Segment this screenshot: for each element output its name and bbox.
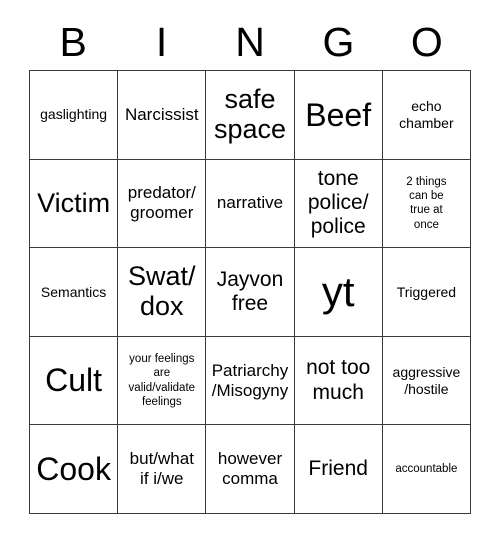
bingo-header-letter-o: O bbox=[410, 18, 443, 65]
bingo-header-letter-b: B bbox=[59, 18, 87, 65]
bingo-header-row: B I N G O bbox=[29, 14, 471, 70]
bingo-header-letter-i: I bbox=[155, 18, 168, 65]
bingo-cell[interactable]: yt bbox=[294, 248, 383, 337]
bingo-cell[interactable]: not too much bbox=[294, 336, 383, 426]
bingo-header-letter-n: N bbox=[235, 18, 265, 65]
bingo-cell[interactable]: tone police/ police bbox=[294, 159, 383, 249]
bingo-cell-label: accountable bbox=[395, 463, 458, 475]
bingo-cell-label: but/what if i/we bbox=[129, 449, 194, 489]
bingo-cell[interactable]: Friend bbox=[294, 425, 383, 514]
bingo-cell-label: tone police/ police bbox=[307, 167, 369, 239]
bingo-cell-label: not too much bbox=[306, 356, 371, 404]
bingo-cell[interactable]: but/what if i/we bbox=[118, 425, 207, 514]
bingo-cell[interactable]: Victim bbox=[30, 159, 119, 249]
bingo-cell-label: echo chamber bbox=[399, 98, 454, 131]
bingo-cell-label: Cook bbox=[36, 450, 111, 487]
bingo-cell-label: predator/ groomer bbox=[127, 183, 196, 223]
bingo-cell-label: Victim bbox=[37, 187, 111, 218]
bingo-cell[interactable]: echo chamber bbox=[382, 71, 471, 160]
bingo-cell[interactable]: Narcissist bbox=[118, 71, 207, 160]
bingo-cell[interactable]: aggressive /hostile bbox=[382, 336, 471, 426]
bingo-cell-label: Friend bbox=[308, 457, 368, 481]
bingo-cell-label: safe space bbox=[213, 84, 287, 144]
bingo-cell[interactable]: safe space bbox=[206, 71, 295, 160]
bingo-cell-label: Narcissist bbox=[124, 104, 199, 124]
bingo-cell[interactable]: your feelings are valid/validate feeling… bbox=[118, 336, 207, 426]
bingo-card: B I N G O gaslighting Narcissist safe spac… bbox=[0, 0, 500, 544]
bingo-cell-label: Swat/ dox bbox=[128, 261, 196, 321]
bingo-cell[interactable]: Beef bbox=[294, 71, 383, 160]
bingo-cell-label: 2 things can be true at once bbox=[406, 175, 447, 231]
bingo-cell[interactable]: Triggered bbox=[382, 248, 471, 337]
bingo-cell-label: aggressive /hostile bbox=[392, 363, 461, 397]
bingo-cell-label: your feelings are valid/validate feeling… bbox=[128, 352, 196, 408]
bingo-cell-label: Semantics bbox=[40, 283, 107, 300]
bingo-cell-label: gaslighting bbox=[40, 106, 108, 123]
bingo-cell-label: however comma bbox=[217, 449, 283, 489]
bingo-cell-label: yt bbox=[321, 267, 355, 315]
bingo-cell[interactable]: Cook bbox=[30, 425, 119, 514]
bingo-cell[interactable]: 2 things can be true at once bbox=[382, 159, 471, 249]
bingo-cell[interactable]: Cult bbox=[30, 336, 119, 426]
bingo-cell[interactable]: accountable bbox=[382, 425, 471, 514]
bingo-cell[interactable]: Patriarchy /Misogyny bbox=[206, 336, 295, 426]
bingo-cell[interactable]: however comma bbox=[206, 425, 295, 514]
bingo-cell[interactable]: narrative bbox=[206, 159, 295, 249]
bingo-header-letter-g: G bbox=[322, 18, 355, 65]
bingo-cell[interactable]: predator/ groomer bbox=[118, 159, 207, 249]
bingo-grid: gaslighting Narcissist safe space Beef echo … bbox=[29, 70, 471, 514]
bingo-cell-label: Patriarchy /Misogyny bbox=[211, 360, 289, 400]
bingo-cell-label: narrative bbox=[216, 193, 284, 213]
bingo-cell[interactable]: Jayvon free bbox=[206, 248, 295, 337]
bingo-cell[interactable]: gaslighting bbox=[30, 71, 119, 160]
bingo-cell[interactable]: Semantics bbox=[30, 248, 119, 337]
bingo-cell-label: Triggered bbox=[396, 283, 457, 300]
bingo-cell-label: Jayvon free bbox=[216, 267, 284, 315]
bingo-cell-label: Cult bbox=[45, 362, 103, 399]
bingo-cell[interactable]: Swat/ dox bbox=[118, 248, 207, 337]
bingo-cell-label: Beef bbox=[305, 96, 372, 133]
